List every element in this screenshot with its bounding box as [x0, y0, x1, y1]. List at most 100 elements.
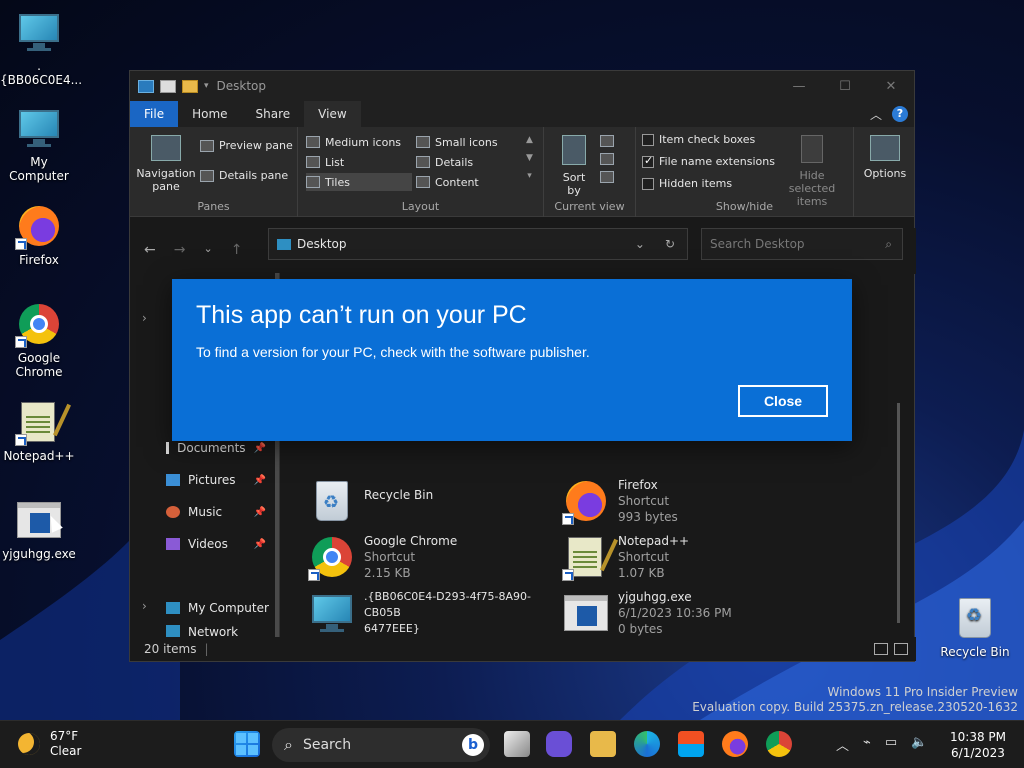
tab-view[interactable]: View: [304, 101, 361, 127]
preview-pane-button[interactable]: Preview pane: [200, 139, 293, 152]
file-name-continued: 6477EEE}: [364, 622, 420, 635]
layout-list[interactable]: List: [306, 153, 412, 171]
chevron-right-icon[interactable]: ›: [142, 599, 147, 613]
address-field[interactable]: Desktop ⌄ ↻: [268, 228, 688, 260]
content-scrollbar[interactable]: [897, 403, 900, 623]
desktop-icon-my-computer[interactable]: My Computer: [0, 104, 78, 183]
details-view-icon[interactable]: [874, 643, 888, 655]
help-icon[interactable]: ?: [892, 106, 908, 122]
tab-share[interactable]: Share: [242, 101, 305, 127]
clock-date: 6/1/2023: [951, 746, 1005, 760]
list-icon: [306, 156, 320, 168]
teams-chat-icon[interactable]: [546, 731, 572, 757]
ribbon-group-panes: Navigation pane Preview pane Details pan…: [130, 127, 298, 217]
file-name: Notepad++: [618, 534, 690, 548]
properties-icon[interactable]: [160, 79, 176, 93]
file-item-clsid[interactable]: .{BB06C0E4-D293-4f75-8A90-CB05B 6477EEE}: [308, 589, 558, 637]
ribbon-group-layout: Medium icons Small icons List Details Ti…: [298, 127, 544, 217]
hidden-items-toggle[interactable]: Hidden items: [642, 177, 732, 190]
bing-icon[interactable]: b: [462, 734, 484, 756]
maximize-button[interactable]: ☐: [822, 79, 868, 94]
sidebar-item-label: Music: [188, 505, 223, 519]
group-by-buttons[interactable]: [600, 135, 614, 183]
desktop-icon-firefox[interactable]: Firefox: [0, 202, 78, 267]
large-icons-view-icon[interactable]: [894, 643, 908, 655]
navigation-pane-button[interactable]: Navigation pane: [136, 135, 196, 193]
hide-selected-icon: [801, 135, 823, 163]
details-pane-button[interactable]: Details pane: [200, 169, 288, 182]
refresh-icon[interactable]: ↻: [665, 237, 675, 251]
hidden-items-label: Hidden items: [659, 177, 733, 190]
close-button[interactable]: Close: [738, 385, 828, 417]
store-icon[interactable]: [678, 731, 704, 757]
start-button[interactable]: [234, 731, 260, 757]
edge-icon[interactable]: [634, 731, 660, 757]
file-item-exe[interactable]: yjguhgg.exe 6/1/2023 10:36 PM 0 bytes: [562, 589, 812, 637]
item-check-boxes-checkbox[interactable]: [642, 133, 654, 146]
layout-scroll[interactable]: ▲ ▼ ▾: [526, 135, 533, 181]
chevron-down-icon[interactable]: ▾: [204, 81, 209, 91]
hide-selected-items-button[interactable]: Hide selected items: [776, 135, 848, 208]
system-tray: ︿ ⌁ ▭ 🔈: [836, 735, 927, 754]
clock[interactable]: 10:38 PM 6/1/2023: [950, 729, 1006, 761]
desktop-icon-notepad[interactable]: Notepad++: [0, 398, 78, 463]
layout-tiles[interactable]: Tiles: [306, 173, 412, 191]
back-arrow-icon[interactable]: ←: [144, 242, 156, 258]
collapse-ribbon-icon[interactable]: ︿: [870, 106, 882, 123]
tab-home[interactable]: Home: [178, 101, 241, 127]
close-window-button[interactable]: ✕: [868, 79, 914, 94]
file-item-notepad[interactable]: Notepad++ Shortcut 1.07 KB: [562, 533, 812, 581]
up-arrow-icon[interactable]: ↑: [231, 242, 243, 258]
new-folder-icon[interactable]: [182, 79, 198, 93]
firefox-icon[interactable]: [722, 731, 748, 757]
sidebar-item-network[interactable]: Network: [166, 625, 266, 637]
desktop-icon-label: Firefox: [19, 253, 59, 267]
volume-icon[interactable]: 🔈: [911, 735, 927, 754]
sidebar-item-documents[interactable]: Documents 📌: [166, 441, 266, 455]
file-item-chrome[interactable]: Google Chrome Shortcut 2.15 KB: [308, 533, 558, 581]
ribbon-group-label: Panes: [197, 200, 230, 213]
layout-details[interactable]: Details: [416, 153, 522, 171]
file-size: 2.15 KB: [364, 566, 411, 580]
desktop-icon-chrome[interactable]: Google Chrome: [0, 300, 78, 379]
sidebar-item-pictures[interactable]: Pictures 📌: [166, 473, 266, 487]
desktop-icon-clsid[interactable]: .{BB06C0E4...: [0, 8, 82, 87]
search-desktop-input[interactable]: Search Desktop ⌕: [701, 228, 903, 260]
sidebar-item-music[interactable]: Music 📌: [166, 505, 266, 519]
layout-medium-icons[interactable]: Medium icons: [306, 133, 412, 151]
file-item-recycle-bin[interactable]: Recycle Bin: [308, 477, 558, 525]
status-divider: |: [204, 642, 209, 656]
file-explorer-icon[interactable]: [590, 731, 616, 757]
tab-file[interactable]: File: [130, 101, 179, 127]
network-off-icon[interactable]: ⌁: [863, 735, 871, 754]
sort-by-button[interactable]: Sort by: [554, 135, 594, 197]
options-button[interactable]: Options: [860, 135, 910, 180]
weather-widget[interactable]: 67°F Clear: [18, 729, 81, 759]
layout-small-icons[interactable]: Small icons: [416, 133, 522, 151]
forward-arrow-icon[interactable]: →: [174, 242, 186, 258]
chevron-up-icon[interactable]: ︿: [836, 735, 849, 754]
recycle-bin-icon: [316, 481, 348, 521]
desktop-icon-recycle-bin[interactable]: Recycle Bin: [936, 594, 1014, 659]
layout-content[interactable]: Content: [416, 173, 522, 191]
taskbar: 67°F Clear ⌕ Search b ︿ ⌁ ▭ 🔈 10:38 PM 6…: [0, 720, 1024, 768]
task-view-icon[interactable]: [504, 731, 530, 757]
navigation-pane-icon: [151, 135, 181, 161]
recent-locations-icon[interactable]: ⌄: [203, 242, 212, 258]
desktop-icon-label: Notepad++: [3, 449, 75, 463]
chrome-icon[interactable]: [766, 731, 792, 757]
item-check-boxes-toggle[interactable]: Item check boxes: [642, 133, 755, 146]
minimize-button[interactable]: —: [776, 79, 822, 94]
file-name-extensions-checkbox[interactable]: [642, 154, 654, 168]
desktop-icon-exe[interactable]: yjguhgg.exe: [0, 496, 78, 561]
chevron-down-icon[interactable]: ⌄: [635, 237, 645, 251]
display-icon[interactable]: ▭: [885, 735, 897, 754]
sidebar-item-videos[interactable]: Videos 📌: [166, 537, 266, 551]
hidden-items-checkbox[interactable]: [642, 177, 654, 190]
file-name-extensions-toggle[interactable]: File name extensions: [642, 154, 775, 168]
taskbar-search[interactable]: ⌕ Search b: [272, 728, 490, 762]
chevron-right-icon[interactable]: ›: [142, 311, 147, 325]
music-icon: [166, 506, 180, 518]
sidebar-item-my-computer[interactable]: My Computer: [166, 601, 286, 615]
file-item-firefox[interactable]: Firefox Shortcut 993 bytes: [562, 477, 812, 525]
